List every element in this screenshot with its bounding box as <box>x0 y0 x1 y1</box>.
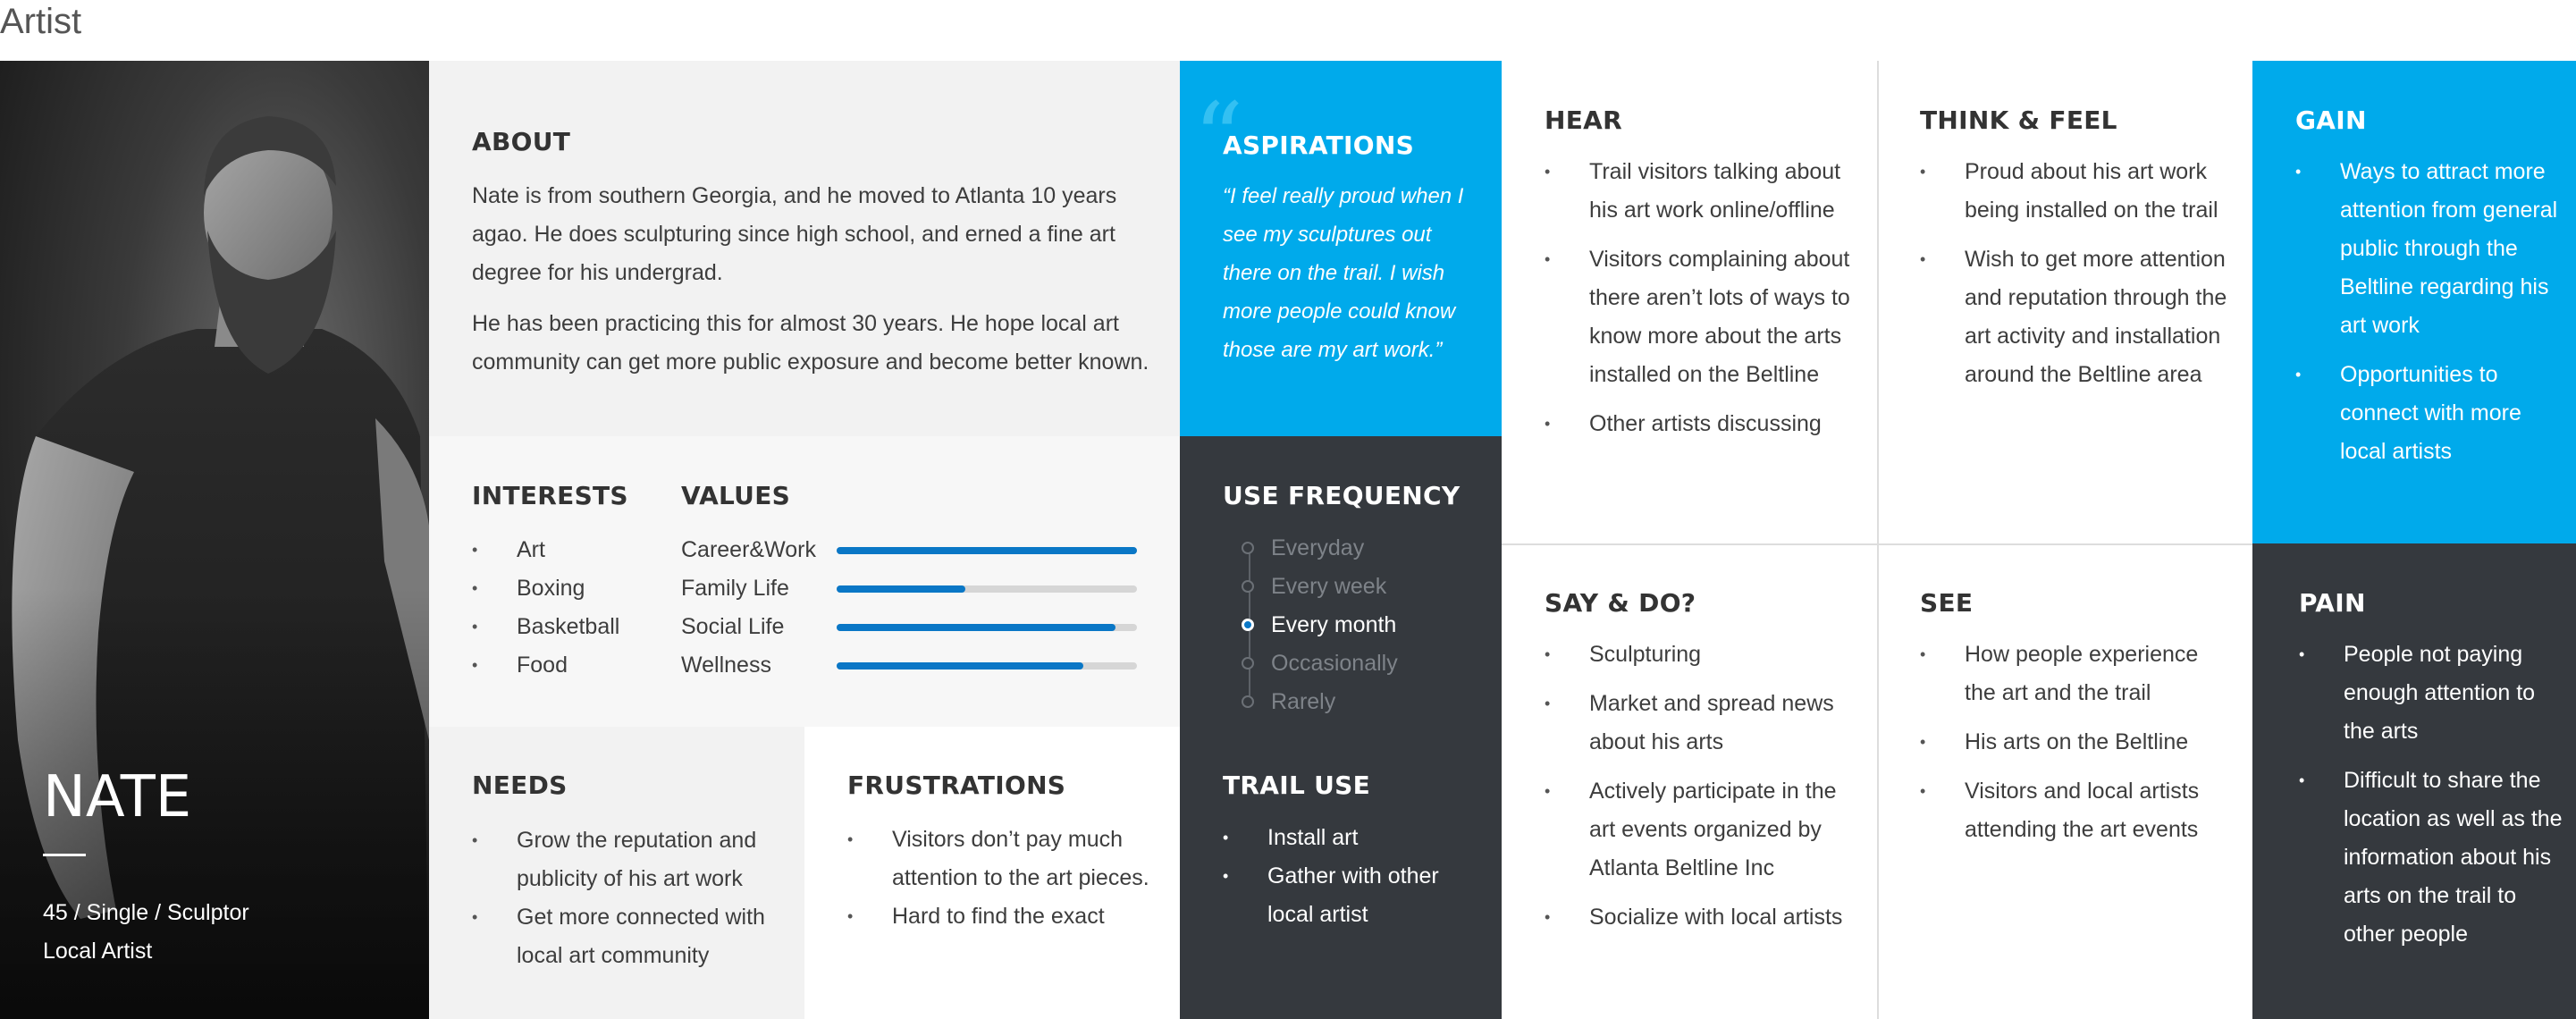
hear-item: Trail visitors talking about his art wor… <box>1525 153 1856 230</box>
interest-item: Boxing <box>452 569 685 608</box>
frustrations-item: Hard to find the exact <box>828 897 1158 936</box>
page-title: Artist <box>0 2 82 41</box>
say-do-list: Sculpturing Market and spread news about… <box>1525 636 1856 947</box>
value-bar-track <box>837 547 1137 554</box>
value-row-social: Social Life <box>681 608 1137 646</box>
pain-item: Difficult to share the location as well … <box>2279 762 2571 954</box>
frustrations-item: Visitors don’t pay much attention to the… <box>828 821 1158 897</box>
pain-item: People not paying enough attention to th… <box>2279 636 2571 751</box>
frustrations-list: Visitors don’t pay much attention to the… <box>828 821 1158 936</box>
think-feel-list: Proud about his art work being installed… <box>1900 153 2231 405</box>
frequency-option-occasionally: Occasionally <box>1239 644 1489 683</box>
value-bar-fill <box>837 624 1116 631</box>
see-item: How people experience the art and the tr… <box>1900 636 2231 712</box>
trail-use-item: Install art <box>1203 819 1489 857</box>
divider-horizontal <box>1502 543 2252 545</box>
frequency-dot <box>1242 657 1254 670</box>
persona-meta-line2: Local Artist <box>43 939 153 964</box>
name-divider <box>43 854 86 856</box>
interest-item: Basketball <box>452 608 685 646</box>
frequency-option-everyday: Everyday <box>1239 529 1489 568</box>
say-do-item: Sculpturing <box>1525 636 1856 674</box>
trail-use-list: Install art Gather with other local arti… <box>1203 819 1489 934</box>
interest-item: Food <box>452 646 685 685</box>
frequency-label: Occasionally <box>1271 651 1398 676</box>
use-frequency-heading: USE FREQUENCY <box>1223 481 1461 510</box>
values-heading: VALUES <box>681 481 791 510</box>
see-item: Visitors and local artists attending the… <box>1900 772 2231 849</box>
see-item: His arts on the Beltline <box>1900 723 2231 762</box>
needs-item: Grow the reputation and publicity of his… <box>452 821 783 898</box>
hear-heading: HEAR <box>1545 105 1622 135</box>
gain-heading: GAIN <box>2295 105 2367 135</box>
about-paragraph-1: Nate is from southern Georgia, and he mo… <box>472 183 1117 285</box>
frequency-label: Rarely <box>1271 689 1336 714</box>
hear-list: Trail visitors talking about his art wor… <box>1525 153 1856 454</box>
value-bar-fill <box>837 585 966 593</box>
pain-list: People not paying enough attention to th… <box>2279 636 2571 980</box>
frustrations-heading: FRUSTRATIONS <box>847 771 1066 800</box>
value-bar-track <box>837 585 1137 593</box>
frequency-dot <box>1242 580 1254 593</box>
value-label: Social Life <box>681 614 785 639</box>
persona-meta: 45 / Single / Sculptor Local Artist <box>43 894 249 971</box>
say-do-heading: SAY & DO? <box>1545 588 1696 618</box>
frequency-option-rarely: Rarely <box>1239 683 1489 721</box>
value-label: Wellness <box>681 653 771 678</box>
about-paragraph-2: He has been practicing this for almost 3… <box>472 311 1149 375</box>
about-heading: ABOUT <box>472 127 571 156</box>
persona-meta-line1: 45 / Single / Sculptor <box>43 900 249 925</box>
gain-item: Ways to attract more attention from gene… <box>2276 153 2571 345</box>
persona-photo <box>0 61 429 1019</box>
needs-heading: NEEDS <box>472 771 568 800</box>
aspirations-quote: “I feel really proud when I see my sculp… <box>1223 184 1464 362</box>
hear-item: Visitors complaining about there aren’t … <box>1525 240 1856 394</box>
value-row-wellness: Wellness <box>681 646 1137 685</box>
value-bar-track <box>837 662 1137 670</box>
interests-list: Art Boxing Basketball Food <box>452 531 685 685</box>
say-do-item: Actively participate in the art events o… <box>1525 772 1856 888</box>
value-row-career: Career&Work <box>681 531 1137 569</box>
say-do-item: Socialize with local artists <box>1525 898 1856 937</box>
pain-heading: PAIN <box>2299 588 2366 618</box>
think-feel-item: Proud about his art work being installed… <box>1900 153 2231 230</box>
see-heading: SEE <box>1920 588 1974 618</box>
gain-list: Ways to attract more attention from gene… <box>2276 153 2571 505</box>
value-bar-fill <box>837 662 1083 670</box>
persona-name: NATE <box>43 764 192 830</box>
frequency-option-every-week: Every week <box>1239 568 1489 606</box>
frequency-label: Every month <box>1271 612 1397 637</box>
aspirations-heading: ASPIRATIONS <box>1223 131 1415 160</box>
frequency-option-every-month: Every month <box>1239 606 1489 644</box>
interests-heading: INTERESTS <box>472 481 628 510</box>
value-bar-track <box>837 624 1137 631</box>
frequency-label: Every week <box>1271 574 1387 599</box>
needs-list: Grow the reputation and publicity of his… <box>452 821 783 975</box>
think-feel-heading: THINK & FEEL <box>1920 105 2117 135</box>
trail-use-heading: TRAIL USE <box>1223 771 1371 800</box>
persona-portrait-image <box>0 61 429 1019</box>
frequency-dot <box>1242 695 1254 708</box>
value-label: Family Life <box>681 576 789 601</box>
value-bar-fill <box>837 547 1137 554</box>
interest-item: Art <box>452 531 685 569</box>
trail-use-item: Gather with other local artist <box>1203 857 1489 934</box>
think-feel-item: Wish to get more attention and reputatio… <box>1900 240 2231 394</box>
frequency-dot <box>1242 619 1254 631</box>
needs-item: Get more connected with local art commun… <box>452 898 783 975</box>
see-list: How people experience the art and the tr… <box>1900 636 2231 860</box>
frequency-dot <box>1242 542 1254 554</box>
divider-vertical <box>1877 61 1879 1019</box>
frequency-label: Everyday <box>1271 535 1365 560</box>
value-label: Career&Work <box>681 537 816 562</box>
hear-item: Other artists discussing <box>1525 405 1856 443</box>
gain-item: Opportunities to connect with more local… <box>2276 356 2571 471</box>
say-do-item: Market and spread news about his arts <box>1525 685 1856 762</box>
value-row-family: Family Life <box>681 569 1137 608</box>
